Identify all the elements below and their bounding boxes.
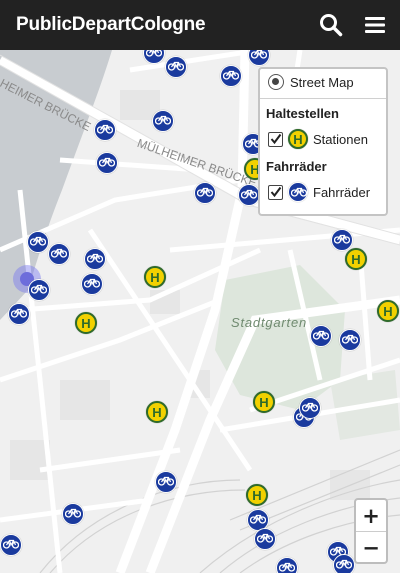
bicycle-icon — [288, 182, 308, 202]
layer-street-map[interactable]: Street Map — [260, 74, 354, 90]
zoom-out-button[interactable]: − — [356, 532, 386, 563]
transit-stop-marker[interactable]: H — [75, 312, 97, 334]
bike-station-marker[interactable] — [96, 152, 118, 174]
bike-station-marker[interactable] — [339, 329, 361, 351]
bike-station-marker[interactable] — [62, 503, 84, 525]
bike-station-marker[interactable] — [155, 471, 177, 493]
bike-station-marker[interactable] — [310, 325, 332, 347]
bikes-label: Fahrräder — [313, 184, 371, 200]
bike-station-marker[interactable] — [238, 184, 260, 206]
bike-station-marker[interactable] — [276, 557, 298, 573]
street-map-label: Street Map — [290, 74, 354, 90]
transit-stop-marker[interactable]: H — [253, 391, 275, 413]
zoom-control[interactable]: + − — [354, 498, 388, 564]
group-heading-bikes: Fahrräder — [266, 159, 327, 174]
park-label: Stadtgarten — [231, 315, 308, 330]
bike-station-marker[interactable] — [81, 273, 103, 295]
bikes-checkbox[interactable] — [268, 184, 283, 200]
stop-h-icon: H — [288, 129, 308, 149]
layer-stations[interactable]: H Stationen — [260, 129, 368, 149]
bike-station-marker[interactable] — [48, 243, 70, 265]
bike-station-marker[interactable] — [333, 554, 355, 573]
bike-station-marker[interactable] — [220, 65, 242, 87]
transit-stop-marker[interactable]: H — [146, 401, 168, 423]
bike-station-marker[interactable] — [331, 229, 353, 251]
street-map-radio[interactable] — [268, 74, 284, 90]
group-heading-stops: Haltestellen — [266, 106, 339, 121]
app-header: PublicDepartCologne — [0, 0, 400, 50]
bike-station-marker[interactable] — [254, 528, 276, 550]
zoom-in-button[interactable]: + — [356, 500, 386, 531]
bike-station-marker[interactable] — [84, 248, 106, 270]
transit-stop-marker[interactable]: H — [246, 484, 268, 506]
bike-station-marker[interactable] — [28, 279, 50, 301]
search-icon[interactable] — [318, 12, 344, 38]
hamburger-menu-icon[interactable] — [362, 12, 388, 38]
transit-stop-marker[interactable]: H — [377, 300, 399, 322]
app-title: PublicDepartCologne — [16, 14, 206, 35]
transit-stop-marker[interactable]: H — [345, 248, 367, 270]
stations-checkbox[interactable] — [268, 131, 283, 147]
layer-divider — [260, 98, 386, 99]
layer-control[interactable]: Street Map Haltestellen H Stationen Fahr… — [258, 67, 388, 216]
bike-station-marker[interactable] — [194, 182, 216, 204]
bike-station-marker[interactable] — [27, 231, 49, 253]
bike-station-marker[interactable] — [165, 56, 187, 78]
bike-station-marker[interactable] — [152, 110, 174, 132]
bike-station-marker[interactable] — [0, 534, 22, 556]
stations-label: Stationen — [313, 131, 368, 147]
transit-stop-marker[interactable]: H — [144, 266, 166, 288]
layer-bikes[interactable]: Fahrräder — [260, 182, 370, 202]
bike-station-marker[interactable] — [8, 303, 30, 325]
bike-station-marker[interactable] — [94, 119, 116, 141]
bike-station-marker[interactable] — [299, 397, 321, 419]
